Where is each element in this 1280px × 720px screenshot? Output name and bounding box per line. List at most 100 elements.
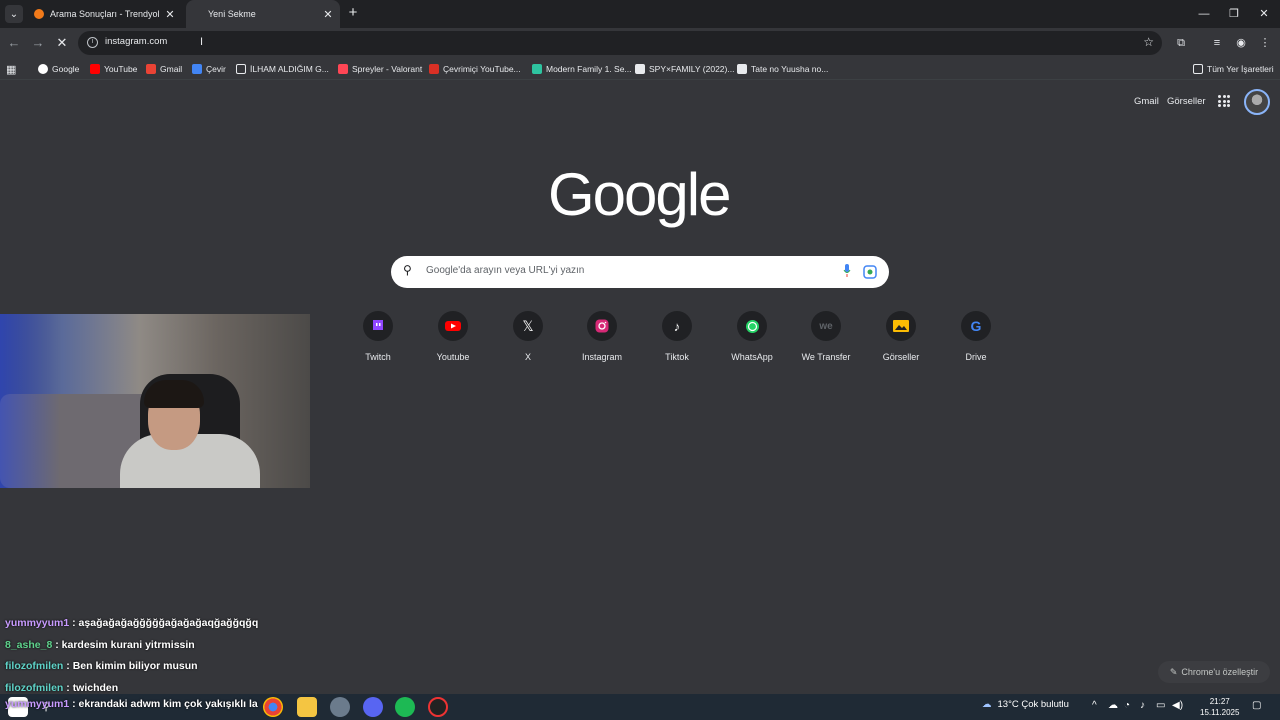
site-info-icon[interactable]: i [87, 37, 98, 48]
bookmark-label: Tate no Yuusha no... [751, 64, 829, 74]
site-icon [737, 64, 747, 74]
new-tab-button[interactable]: + [344, 4, 362, 22]
address-bar[interactable]: i instagram.com I ☆ [78, 31, 1162, 55]
app-icon[interactable] [330, 697, 350, 717]
bookmark-label: Modern Family 1. Se... [546, 64, 632, 74]
converter-icon [429, 64, 439, 74]
notification-icon[interactable]: ▢ [1252, 700, 1261, 711]
bookmark-spy-family[interactable]: SPY×FAMILY (2022)... [635, 61, 734, 77]
speaker-icon[interactable]: ◀) [1172, 700, 1183, 711]
bookmark-label: Spreyler - Valorant [352, 64, 423, 74]
shortcut-x[interactable]: 𝕏X [492, 311, 564, 362]
shortcut-drive[interactable]: G Drive [940, 311, 1012, 362]
bookmark-modern-family[interactable]: Modern Family 1. Se... [532, 61, 632, 77]
bookmark-converter[interactable]: Çevrimiçi YouTube... [429, 61, 521, 77]
network-icon[interactable]: ▭ [1156, 700, 1165, 711]
text-cursor-icon: I [200, 36, 204, 48]
shortcut-whatsapp[interactable]: WhatsApp [716, 311, 788, 362]
bookmark-youtube[interactable]: YouTube [90, 61, 137, 77]
pencil-icon: ✎ [1169, 666, 1178, 677]
shortcut-label: Twitch [365, 352, 391, 362]
shortcut-label: Tiktok [665, 352, 689, 362]
shortcut-youtube[interactable]: Youtube [417, 311, 489, 362]
app-tray-icon[interactable]: ◔ [1124, 700, 1130, 711]
bookmark-valorant[interactable]: Spreyler - Valorant [338, 61, 422, 77]
obs-icon[interactable] [428, 697, 448, 717]
google-apps-icon[interactable] [1218, 95, 1230, 107]
shortcut-label: We Transfer [801, 352, 851, 362]
tiktok-icon: ♪ [662, 311, 692, 341]
profile-icon[interactable]: ◉ [1232, 34, 1250, 52]
back-button[interactable]: ← [4, 33, 24, 53]
clock[interactable]: 21:27 15.11.2025 [1200, 696, 1239, 718]
wetransfer-icon: we [811, 311, 841, 341]
tab-trendyol[interactable]: Arama Sonuçları - Trendyol ✕ [28, 0, 182, 28]
extensions-icon[interactable]: ⧉ [1172, 34, 1190, 52]
microphone-icon[interactable]: ♪ [1140, 700, 1145, 711]
file-explorer-icon[interactable] [297, 697, 317, 717]
shortcut-label: Instagram [581, 352, 623, 362]
google-lens-icon[interactable] [863, 265, 877, 279]
site-icon [635, 64, 645, 74]
bookmark-translate[interactable]: Çevir [192, 61, 226, 77]
all-bookmarks[interactable]: Tüm Yer İşaretleri [1193, 61, 1274, 77]
trendyol-icon [34, 9, 44, 19]
bookmark-label: SPY×FAMILY (2022)... [649, 64, 735, 74]
bookmark-label: Gmail [160, 64, 183, 74]
twitch-icon [363, 311, 393, 341]
bookmark-tate[interactable]: Tate no Yuusha no... [737, 61, 828, 77]
discord-icon[interactable] [363, 697, 383, 717]
shortcut-twitch[interactable]: Twitch [342, 311, 414, 362]
restore-button[interactable]: ❐ [1218, 0, 1250, 28]
search-box[interactable]: ⚲ Google'da arayın veya URL'yi yazın [391, 256, 889, 288]
bookmark-label: Çevir [206, 64, 226, 74]
whatsapp-icon [737, 311, 767, 341]
chat-username: 8_ashe_8 [5, 638, 53, 651]
apps-icon[interactable]: ▦ [6, 61, 16, 77]
images-link[interactable]: Görseller [1167, 96, 1206, 107]
spotify-icon[interactable] [395, 697, 415, 717]
chat-line: yummyyum1 : ekrandaki adwm kim çok yakış… [5, 698, 258, 710]
shortcut-instagram[interactable]: Instagram [566, 311, 638, 362]
google-logo: Google [548, 161, 731, 228]
bookmark-star-icon[interactable]: ☆ [1143, 35, 1154, 49]
chat-username: yummyyum1 [5, 698, 70, 710]
bookmark-folder[interactable]: İLHAM ALDIĞIM G... [236, 61, 329, 77]
search-input[interactable]: Google'da arayın veya URL'yi yazın [426, 265, 584, 276]
customize-chrome-button[interactable]: ✎ Chrome'u özelleştir [1158, 661, 1270, 683]
site-icon [532, 64, 542, 74]
close-icon[interactable]: ✕ [162, 8, 178, 21]
microphone-icon[interactable] [843, 264, 851, 278]
youtube-icon [438, 311, 468, 341]
menu-icon[interactable]: ⋮ [1256, 34, 1274, 52]
shortcut-images[interactable]: Görseller [865, 311, 937, 362]
forward-button[interactable]: → [28, 33, 48, 53]
chevron-up-icon[interactable]: ^ [1092, 700, 1097, 711]
chat-line: filozofmilen : Ben kimim biliyor musun [5, 660, 198, 673]
chat-message: kardesim kurani yitrmissin [61, 638, 195, 651]
shortcut-tiktok[interactable]: ♪ Tiktok [641, 311, 713, 362]
bookmark-google[interactable]: Google [38, 61, 79, 77]
shortcut-wetransfer[interactable]: we We Transfer [790, 311, 862, 362]
shortcut-label: Drive [965, 352, 987, 362]
bookmark-gmail[interactable]: Gmail [146, 61, 182, 77]
media-control-icon[interactable]: ≡ [1208, 34, 1226, 52]
address-input[interactable]: instagram.com [105, 36, 167, 47]
clock-date: 15.11.2025 [1200, 708, 1240, 717]
close-window-button[interactable]: ✕ [1248, 0, 1280, 28]
weather-widget[interactable]: ☁ 13°C Çok bulutlu [982, 699, 1069, 710]
gmail-icon [146, 64, 156, 74]
minimize-button[interactable]: — [1188, 0, 1220, 28]
tab-new-tab[interactable]: Yeni Sekme ✕ [186, 0, 340, 28]
chrome-icon[interactable] [263, 697, 283, 717]
youtube-icon [90, 64, 100, 74]
tab-search-button[interactable]: ⌄ [5, 5, 23, 23]
account-avatar[interactable] [1244, 89, 1270, 115]
folder-icon [1193, 64, 1203, 74]
chat-message: aşağağağağğğğğağağağaqğağğqğq [78, 617, 259, 629]
chat-username: filozofmilen [5, 681, 64, 694]
onedrive-icon[interactable]: ☁ [1108, 700, 1118, 711]
close-icon[interactable]: ✕ [320, 8, 336, 21]
gmail-link[interactable]: Gmail [1134, 96, 1159, 107]
stop-button[interactable]: ✕ [52, 33, 72, 53]
